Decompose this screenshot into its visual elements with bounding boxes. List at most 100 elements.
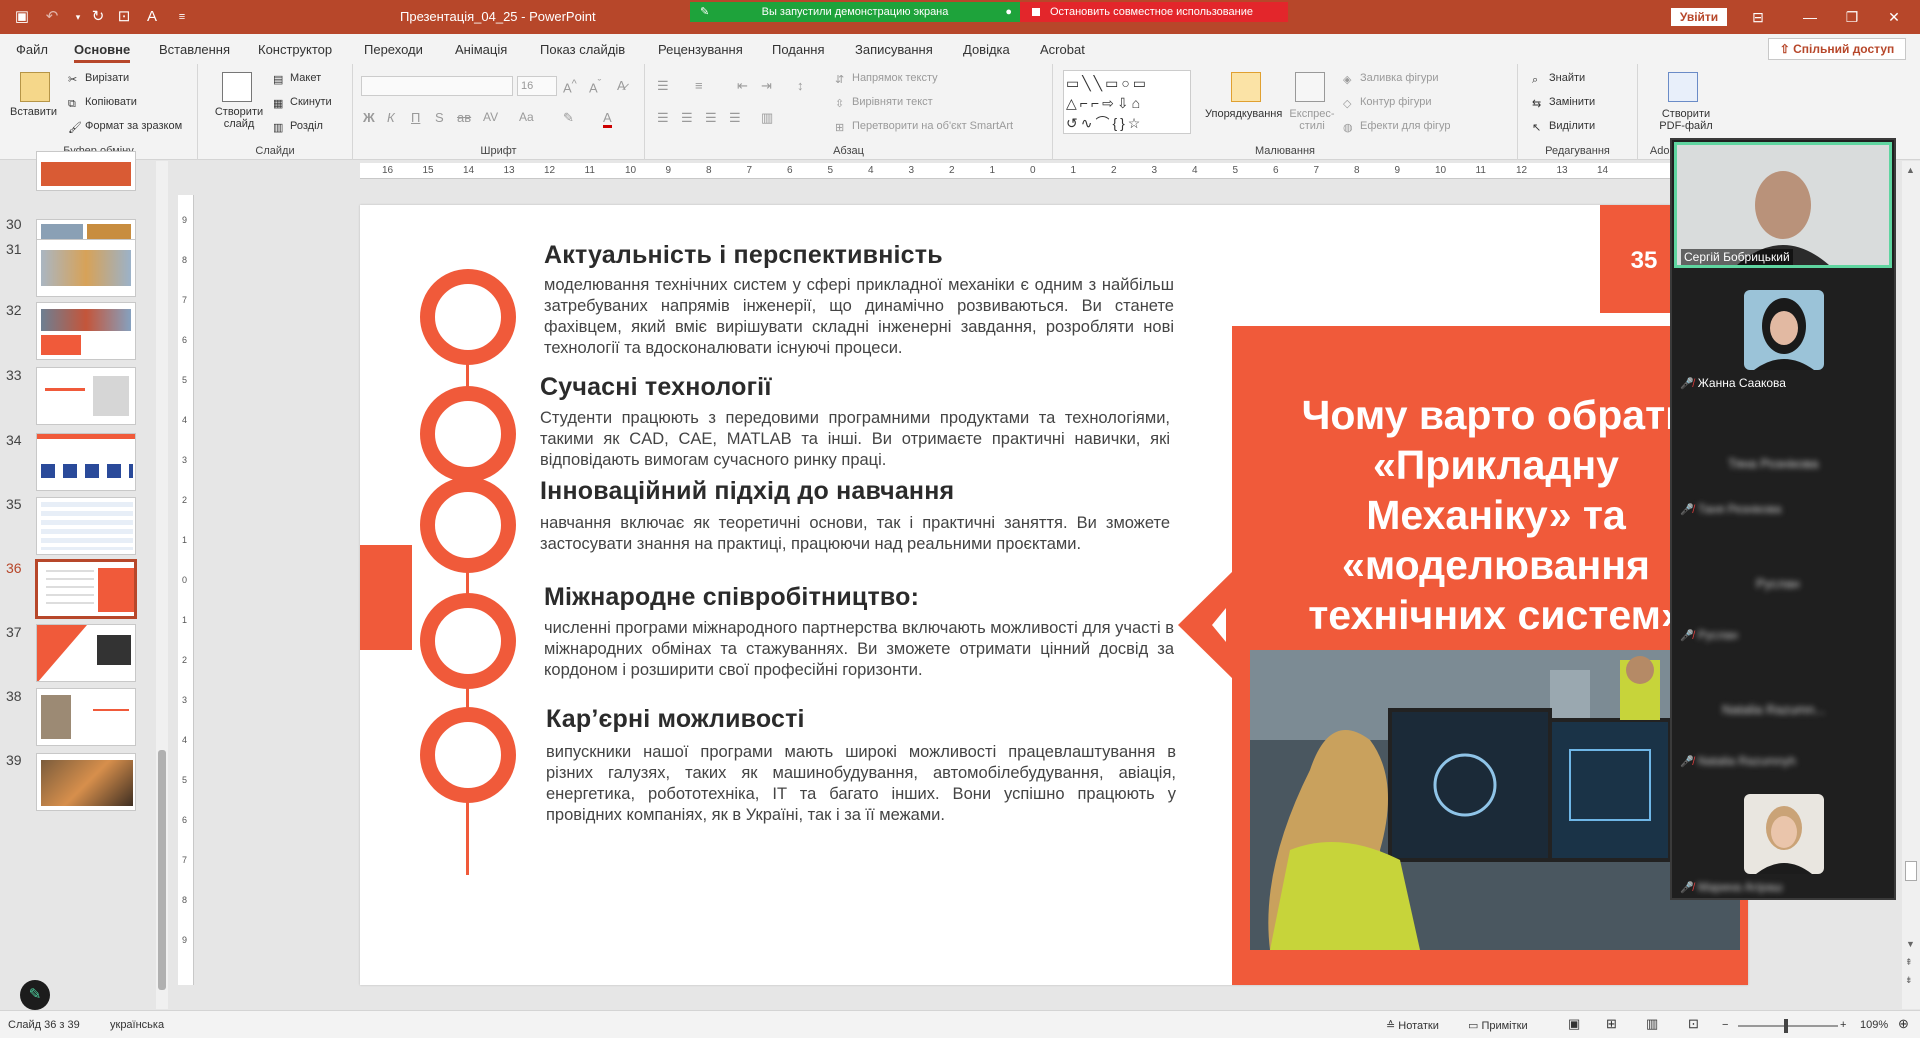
panel-title[interactable]: Чому варто обрати «Прикладну Механіку» т… (1266, 390, 1726, 640)
section-body[interactable]: численні програми міжнародного партнерст… (544, 618, 1174, 681)
section-heading[interactable]: Міжнародне співробітництво: (544, 583, 919, 612)
notes-button[interactable]: ≙ Нотатки (1386, 1019, 1439, 1032)
tab-file[interactable]: Файл (16, 42, 48, 57)
slide-thumbnail[interactable] (36, 560, 136, 618)
slide-thumbnail[interactable] (36, 302, 136, 360)
pdf-icon[interactable] (1668, 72, 1698, 102)
tab-insert[interactable]: Вставлення (159, 42, 230, 57)
share-button[interactable]: ⇧ Спільний доступ (1768, 38, 1906, 60)
scroll-up-icon[interactable]: ▲ (1906, 165, 1915, 175)
undo-dropdown-icon[interactable]: ▾ (68, 7, 88, 27)
text-direction-button[interactable]: ⇵ Напрямок тексту (835, 72, 938, 86)
tab-help[interactable]: Довідка (963, 42, 1010, 57)
tab-design[interactable]: Конструктор (258, 42, 332, 57)
section-body[interactable]: моделювання технічних систем у сфері при… (544, 275, 1174, 359)
font-family-select[interactable] (361, 76, 513, 96)
layout-button[interactable]: ▤ Макет (273, 72, 321, 86)
thumbnails-scrollbar-thumb[interactable] (158, 750, 166, 990)
close-button[interactable]: ✕ (1874, 5, 1914, 29)
tab-view[interactable]: Подання (772, 42, 825, 57)
paste-icon[interactable] (20, 72, 50, 102)
create-pdf-button[interactable]: Створити PDF-файл (1648, 108, 1724, 132)
previous-slide-icon[interactable]: ⇞ (1905, 957, 1913, 968)
quick-styles-icon[interactable] (1295, 72, 1325, 102)
char-spacing-icon[interactable]: AV (483, 110, 498, 124)
strikethrough-icon[interactable]: ав (457, 110, 471, 125)
numbering-icon[interactable]: ≡ (695, 78, 703, 93)
section-heading[interactable]: Актуальність і перспективність (544, 241, 943, 270)
sign-in-button[interactable]: Увійти (1671, 8, 1727, 26)
format-painter-button[interactable]: 🖌 Формат за зразком (68, 120, 182, 134)
zoom-in-icon[interactable]: + (1840, 1019, 1846, 1031)
align-right-icon[interactable]: ☰ (705, 110, 717, 126)
select-button[interactable]: ↖ Виділити (1532, 120, 1595, 134)
tab-acrobat[interactable]: Acrobat (1040, 42, 1085, 57)
zoom-level[interactable]: 109% (1860, 1019, 1888, 1031)
minimize-button[interactable]: — (1790, 5, 1830, 29)
normal-view-icon[interactable]: ▣ (1568, 1016, 1580, 1032)
quick-styles-button[interactable]: Експрес-стилі (1287, 108, 1337, 132)
reading-view-icon[interactable]: ▥ (1646, 1016, 1658, 1032)
zoom-out-icon[interactable]: − (1722, 1019, 1728, 1031)
increase-indent-icon[interactable]: ⇥ (761, 78, 772, 94)
slide-thumbnail[interactable] (36, 753, 136, 811)
line-spacing-icon[interactable]: ↕ (797, 78, 804, 93)
bold-icon[interactable]: Ж (363, 110, 375, 125)
font-color-icon[interactable]: A (142, 7, 162, 27)
underline-icon[interactable]: П (411, 110, 420, 125)
arrange-button[interactable]: Упорядкування (1205, 108, 1282, 120)
ribbon-display-options-icon[interactable]: ⊟ (1738, 5, 1778, 29)
section-button[interactable]: ▥ Розділ (273, 120, 323, 134)
new-slide-icon[interactable] (222, 72, 252, 102)
slideshow-view-icon[interactable]: ⊡ (1688, 1016, 1699, 1032)
clear-formatting-icon[interactable]: A̷ (617, 78, 626, 93)
shape-effects-button[interactable]: ◍ Ефекти для фігур (1343, 120, 1451, 134)
active-speaker-tile[interactable]: Сергій Бобрицький (1674, 142, 1892, 268)
language-indicator[interactable]: українська (110, 1019, 164, 1031)
paste-button[interactable]: Вставити (10, 106, 57, 118)
save-icon[interactable]: ▣ (12, 7, 32, 27)
columns-icon[interactable]: ▥ (761, 110, 773, 126)
change-case-icon[interactable]: Aa (519, 110, 534, 124)
justify-icon[interactable]: ☰ (729, 110, 741, 126)
section-body[interactable]: навчання включає як теоретичні основи, т… (540, 513, 1170, 555)
customize-toolbar-icon[interactable]: ≡ (172, 7, 192, 27)
scroll-down-icon[interactable]: ▼ (1906, 939, 1915, 949)
decrease-font-icon[interactable]: Aˇ (589, 78, 601, 95)
comments-button[interactable]: ▭ Примітки (1468, 1019, 1528, 1032)
italic-icon[interactable]: К (387, 110, 395, 125)
slide-sorter-icon[interactable]: ⊞ (1606, 1016, 1617, 1032)
section-heading[interactable]: Інноваційний підхід до навчання (540, 477, 954, 506)
undo-icon[interactable]: ↶ (42, 7, 62, 27)
find-button[interactable]: ⌕ Знайти (1532, 72, 1585, 86)
convert-smartart-button[interactable]: ⊞ Перетворити на об'єкт SmartArt (835, 120, 1013, 134)
zoom-slider[interactable] (1738, 1025, 1838, 1027)
shape-outline-button[interactable]: ◇ Контур фігури (1343, 96, 1431, 110)
fit-to-window-icon[interactable]: ⊕ (1898, 1016, 1909, 1032)
align-text-button[interactable]: ⇳ Вирівняти текст (835, 96, 933, 110)
tab-animations[interactable]: Анімація (455, 42, 507, 57)
section-heading[interactable]: Сучасні технології (540, 373, 772, 402)
stop-sharing-button[interactable]: Остановить совместное использование (1020, 2, 1288, 22)
tab-transitions[interactable]: Переходи (364, 42, 423, 57)
slide-scrollbar[interactable]: ▲ ▼ ⇞ ⇟ (1902, 161, 1920, 1009)
tab-slideshow[interactable]: Показ слайдів (540, 42, 625, 57)
cut-button[interactable]: ✂ Вирізати (68, 72, 129, 86)
slide-canvas[interactable]: 35 Чому варто обрати «Прикладну Механіку… (360, 205, 1748, 985)
tab-record[interactable]: Записування (855, 42, 933, 57)
shadow-icon[interactable]: S (435, 110, 444, 125)
align-left-icon[interactable]: ☰ (657, 110, 669, 126)
highlight-icon[interactable]: ✎ (563, 110, 574, 126)
zoom-slider-handle[interactable] (1784, 1019, 1788, 1033)
scrollbar-thumb[interactable] (1905, 861, 1917, 881)
slide-thumbnail[interactable] (36, 433, 136, 491)
font-size-select[interactable]: 16 (517, 76, 557, 96)
slide-thumbnail[interactable] (36, 624, 136, 682)
pen-tool-button[interactable]: ✎ (20, 980, 50, 1010)
decrease-indent-icon[interactable]: ⇤ (737, 78, 748, 94)
slide-thumbnail[interactable] (36, 688, 136, 746)
start-slideshow-icon[interactable]: ⊡ (114, 7, 134, 27)
slide-thumbnail[interactable] (36, 497, 136, 555)
shape-fill-button[interactable]: ◈ Заливка фігури (1343, 72, 1439, 86)
restore-button[interactable]: ❐ (1832, 5, 1872, 29)
